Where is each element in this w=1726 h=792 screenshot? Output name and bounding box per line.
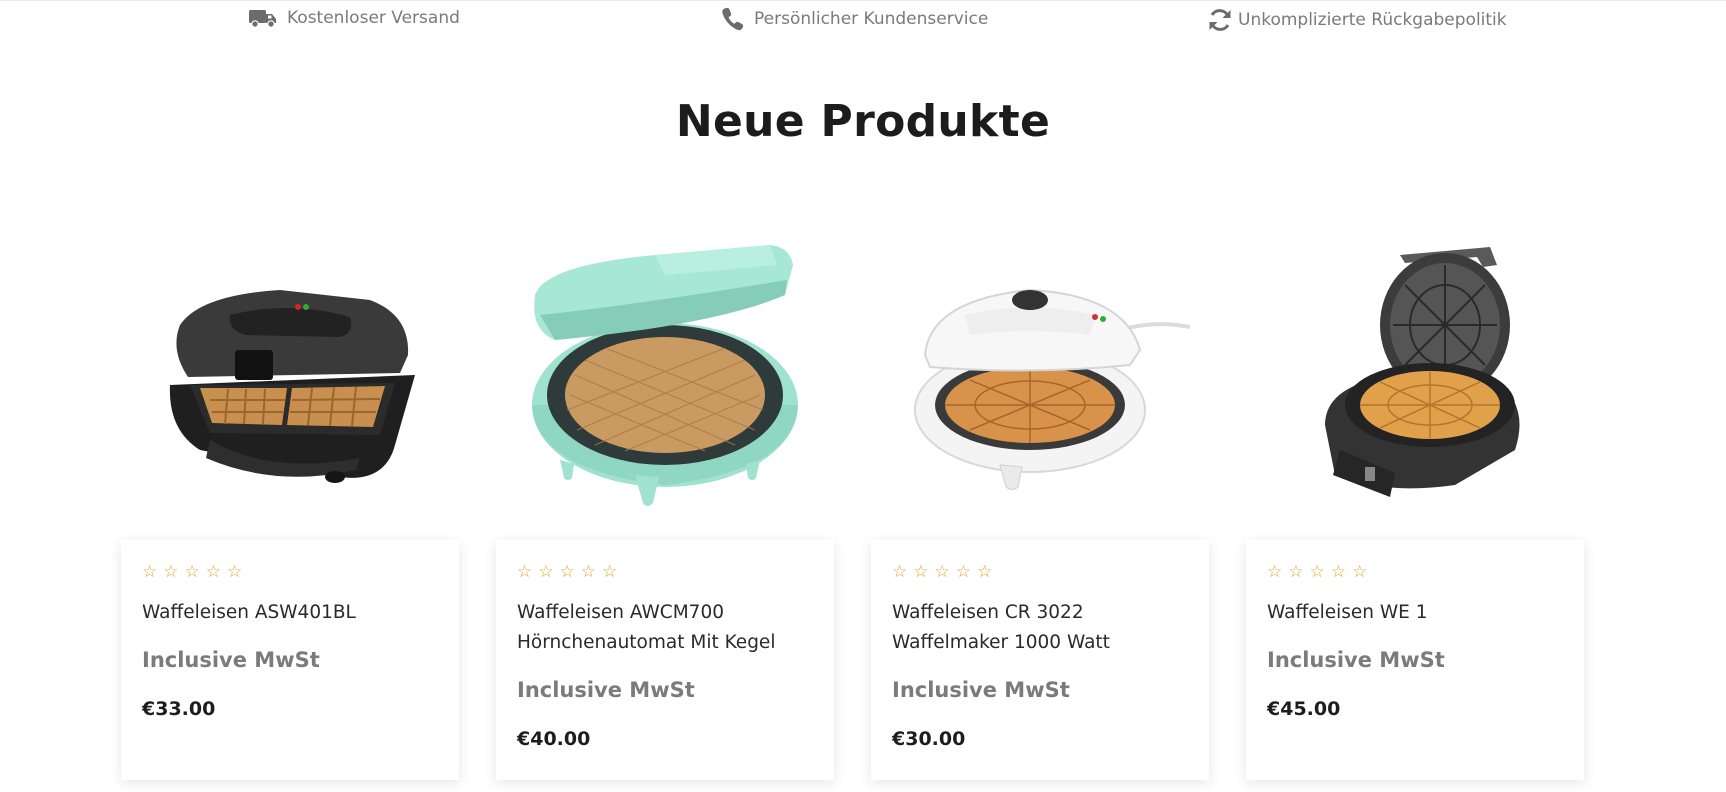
star-outline-icon: ☆	[913, 562, 929, 582]
star-outline-icon: ☆	[163, 562, 179, 582]
product-image[interactable]	[496, 225, 834, 525]
product-price: €30.00	[892, 728, 966, 750]
product-card[interactable]: ☆ ☆ ☆ ☆ ☆ Waffeleisen WE 1 Inclusive MwS…	[1246, 225, 1584, 780]
product-price: €33.00	[142, 698, 216, 720]
feature-label: Kostenloser Versand	[287, 8, 460, 28]
product-info: ☆ ☆ ☆ ☆ ☆ Waffeleisen CR 3022 Waffelmake…	[871, 540, 1209, 780]
product-info: ☆ ☆ ☆ ☆ ☆ Waffeleisen AWCM700 Hörnchenau…	[496, 540, 834, 780]
star-outline-icon: ☆	[977, 562, 993, 582]
star-outline-icon: ☆	[205, 562, 221, 582]
truck-icon	[249, 7, 277, 29]
vat-note: Inclusive MwSt	[892, 678, 1070, 702]
product-card[interactable]: ☆ ☆ ☆ ☆ ☆ Waffeleisen AWCM700 Hörnchenau…	[496, 225, 834, 780]
vat-note: Inclusive MwSt	[142, 648, 320, 672]
product-name-link[interactable]: Waffeleisen ASW401BL	[142, 598, 438, 628]
product-price: €40.00	[517, 728, 591, 750]
star-rating: ☆ ☆ ☆ ☆ ☆	[1267, 562, 1563, 582]
product-image[interactable]	[121, 225, 459, 525]
star-outline-icon: ☆	[559, 562, 575, 582]
vat-note: Inclusive MwSt	[517, 678, 695, 702]
page: Kostenloser Versand Persönlicher Kundens…	[0, 0, 1726, 792]
product-image[interactable]	[871, 225, 1209, 525]
feature-label: Persönlicher Kundenservice	[754, 9, 989, 29]
feature-label: Unkomplizierte Rückgabepolitik	[1238, 10, 1507, 30]
star-outline-icon: ☆	[184, 562, 200, 582]
star-outline-icon: ☆	[1267, 562, 1283, 582]
star-rating: ☆ ☆ ☆ ☆ ☆	[892, 562, 1188, 582]
star-outline-icon: ☆	[142, 562, 158, 582]
product-image[interactable]	[1246, 225, 1584, 525]
star-outline-icon: ☆	[538, 562, 554, 582]
feature-bar: Kostenloser Versand Persönlicher Kundens…	[0, 0, 1726, 50]
star-outline-icon: ☆	[1330, 562, 1346, 582]
product-price: €45.00	[1267, 698, 1341, 720]
refresh-icon	[1207, 7, 1233, 33]
star-outline-icon: ☆	[580, 562, 596, 582]
star-outline-icon: ☆	[934, 562, 950, 582]
star-outline-icon: ☆	[602, 562, 618, 582]
star-outline-icon: ☆	[1309, 562, 1325, 582]
product-info: ☆ ☆ ☆ ☆ ☆ Waffeleisen WE 1 Inclusive MwS…	[1246, 540, 1584, 780]
phone-icon	[722, 7, 744, 31]
product-name-link[interactable]: Waffeleisen WE 1	[1267, 598, 1563, 628]
section-title: Neue Produkte	[675, 96, 1051, 147]
product-info: ☆ ☆ ☆ ☆ ☆ Waffeleisen ASW401BL Inclusive…	[121, 540, 459, 780]
product-name-link[interactable]: Waffeleisen CR 3022 Waffelmaker 1000 Wat…	[892, 598, 1188, 658]
star-outline-icon: ☆	[227, 562, 243, 582]
feature-returns: Unkomplizierte Rückgabepolitik	[1207, 7, 1507, 33]
product-card[interactable]: ☆ ☆ ☆ ☆ ☆ Waffeleisen CR 3022 Waffelmake…	[871, 225, 1209, 780]
star-outline-icon: ☆	[955, 562, 971, 582]
product-name-link[interactable]: Waffeleisen AWCM700 Hörnchenautomat Mit …	[517, 598, 813, 658]
star-outline-icon: ☆	[892, 562, 908, 582]
feature-shipping: Kostenloser Versand	[249, 7, 460, 29]
star-outline-icon: ☆	[1352, 562, 1368, 582]
star-outline-icon: ☆	[517, 562, 533, 582]
star-rating: ☆ ☆ ☆ ☆ ☆	[142, 562, 438, 582]
star-rating: ☆ ☆ ☆ ☆ ☆	[517, 562, 813, 582]
product-card[interactable]: ☆ ☆ ☆ ☆ ☆ Waffeleisen ASW401BL Inclusive…	[121, 225, 459, 780]
star-outline-icon: ☆	[1288, 562, 1304, 582]
feature-service: Persönlicher Kundenservice	[722, 7, 988, 31]
vat-note: Inclusive MwSt	[1267, 648, 1445, 672]
